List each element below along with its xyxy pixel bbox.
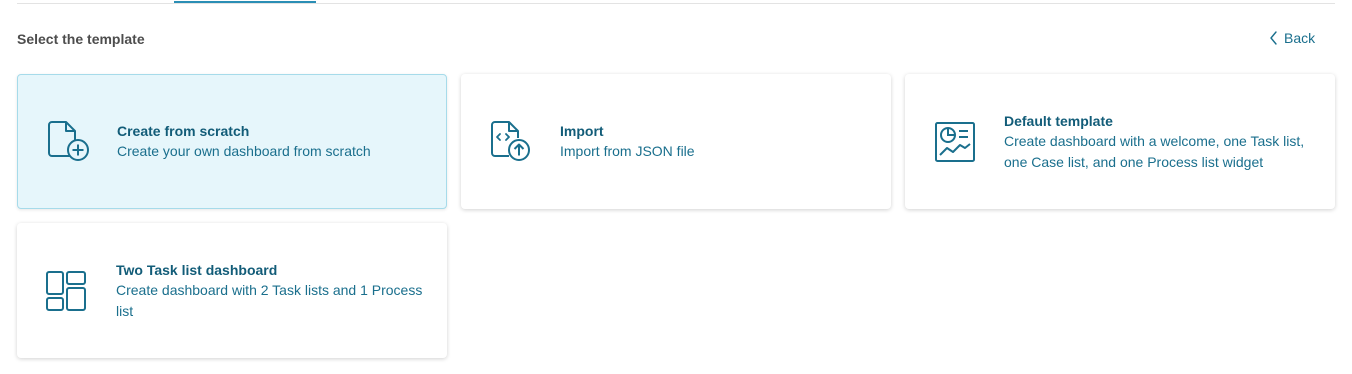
file-import-icon: [487, 118, 535, 166]
card-description: Import from JSON file: [560, 143, 695, 159]
back-button[interactable]: Back: [1269, 30, 1315, 46]
active-tab-indicator: [174, 1, 316, 3]
card-title: Import: [560, 123, 604, 139]
dashboard-report-icon: [931, 118, 979, 166]
card-title: Default template: [1004, 112, 1113, 129]
file-add-icon: [44, 118, 92, 166]
template-card-default-template[interactable]: Default template Create dashboard with a…: [905, 74, 1335, 209]
card-text: Create from scratch Create your own dash…: [117, 121, 426, 162]
back-label: Back: [1284, 30, 1316, 46]
template-card-two-task-list-dashboard[interactable]: Two Task list dashboard Create dashboard…: [17, 223, 447, 358]
card-text: Two Task list dashboard Create dashboard…: [116, 260, 427, 322]
chevron-left-icon: [1269, 31, 1278, 45]
card-description: Create your own dashboard from scratch: [117, 143, 371, 159]
tab-bar-divider: [17, 3, 1335, 4]
page-title: Select the template: [17, 31, 145, 47]
layout-grid-icon: [43, 267, 91, 315]
card-description: Create dashboard with 2 Task lists and 1…: [116, 281, 423, 319]
card-title: Create from scratch: [117, 123, 250, 139]
card-description: Create dashboard with a welcome, one Tas…: [1004, 132, 1305, 170]
card-text: Default template Create dashboard with a…: [1004, 111, 1315, 173]
template-card-import[interactable]: Import Import from JSON file: [461, 74, 891, 209]
card-text: Import Import from JSON file: [560, 121, 871, 162]
template-card-create-from-scratch[interactable]: Create from scratch Create your own dash…: [17, 74, 447, 209]
card-title: Two Task list dashboard: [116, 261, 278, 278]
